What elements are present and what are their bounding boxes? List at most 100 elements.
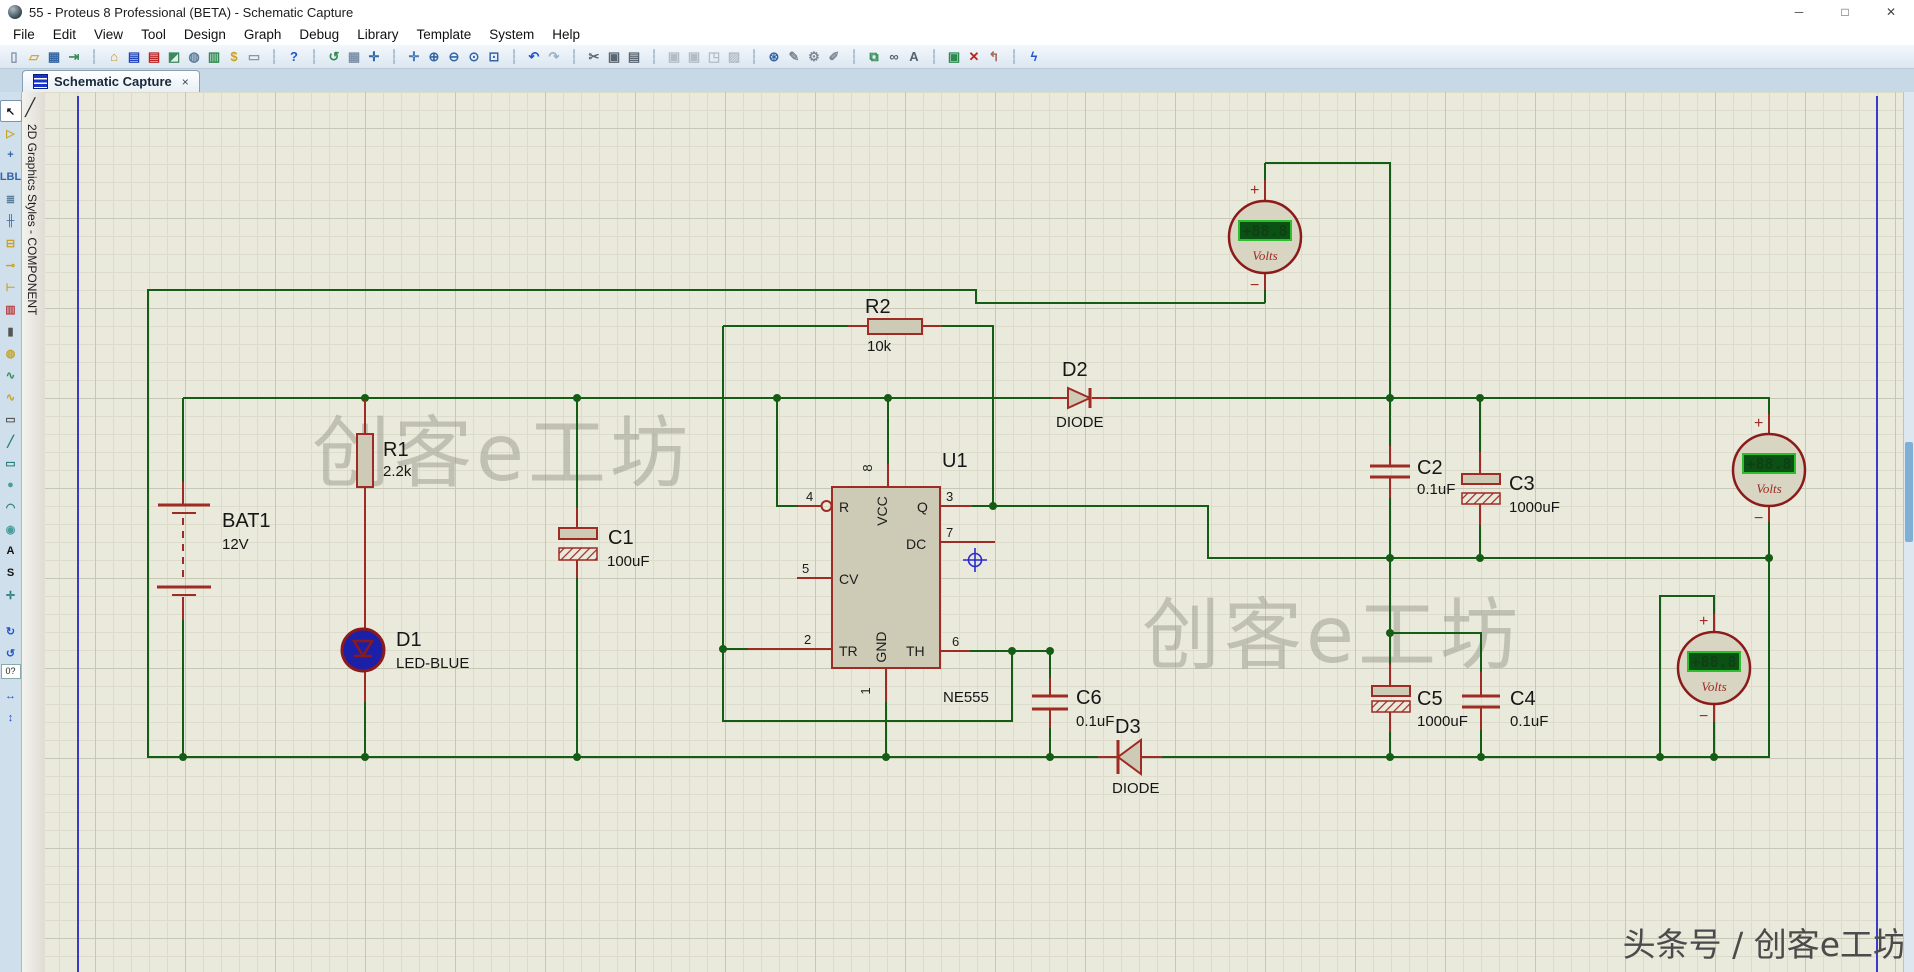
wire-autorouter-icon[interactable]: ⧉ <box>864 47 884 67</box>
goto-sheet-icon[interactable]: ↰ <box>984 47 1004 67</box>
menu-item[interactable]: Tool <box>132 25 175 44</box>
cut-icon[interactable]: ✂ <box>584 47 604 67</box>
terminals-mode-icon[interactable]: ⊸ <box>0 254 22 276</box>
menu-item[interactable]: Debug <box>290 25 348 44</box>
origin-icon[interactable]: ✛ <box>364 47 384 67</box>
tape-recorder-mode-icon[interactable]: ▮ <box>0 320 22 342</box>
voltmeter-3[interactable]: +88.8 Volts + − <box>1678 613 1750 725</box>
2d-path-icon[interactable]: ◉ <box>0 518 22 540</box>
mirror-vertical-icon[interactable]: ↕ <box>0 707 22 729</box>
block-rotate-icon[interactable]: ◳ <box>704 47 724 67</box>
pcb-layout-icon[interactable]: ▤ <box>144 47 164 67</box>
help-icon[interactable]: ? <box>284 47 304 67</box>
2d-box-icon[interactable]: ▭ <box>0 452 22 474</box>
undo-icon[interactable]: ↶ <box>524 47 544 67</box>
component-capacitor-c1[interactable]: C1 100uF <box>559 508 650 578</box>
redo-icon[interactable]: ↷ <box>544 47 564 67</box>
scrollbar-thumb[interactable] <box>1905 442 1913 542</box>
menu-item[interactable]: Edit <box>44 25 85 44</box>
block-delete-icon[interactable]: ▨ <box>724 47 744 67</box>
refresh-icon[interactable]: ↺ <box>324 47 344 67</box>
component-ne555-u1[interactable]: 4 3 7 5 2 6 8 1 R Q DC CV TR TH VCC GND … <box>748 450 995 706</box>
maximize-button[interactable]: □ <box>1822 0 1868 24</box>
current-probe-mode-icon[interactable]: ∿ <box>0 386 22 408</box>
rotate-anticlockwise-icon[interactable]: ↺ <box>0 642 22 664</box>
selection-mode-icon[interactable]: ↖ <box>0 100 22 122</box>
measure-icon[interactable]: ▭ <box>244 47 264 67</box>
component-mode-icon[interactable]: ▷ <box>0 122 22 144</box>
schematic-capture-icon[interactable]: ▤ <box>124 47 144 67</box>
new-file-icon[interactable]: ▯ <box>4 47 24 67</box>
3d-viewer-icon[interactable]: ◩ <box>164 47 184 67</box>
menu-item[interactable]: View <box>85 25 132 44</box>
component-capacitor-c2[interactable]: C2 0.1uF <box>1370 446 1455 498</box>
component-diode-d2[interactable]: D2 DIODE <box>1052 359 1110 431</box>
component-resistor-r2[interactable]: R2 10k <box>848 296 942 355</box>
zoom-in-icon[interactable]: ⊕ <box>424 47 444 67</box>
block-copy-icon[interactable]: ▣ <box>664 47 684 67</box>
vertical-scrollbar[interactable] <box>1903 92 1914 972</box>
text-script-mode-icon[interactable]: ≣ <box>0 188 22 210</box>
2d-line-icon[interactable]: ╱ <box>0 430 22 452</box>
minimize-button[interactable]: ─ <box>1776 0 1822 24</box>
new-sheet-icon[interactable]: ▣ <box>944 47 964 67</box>
rotate-clockwise-icon[interactable]: ↻ <box>0 620 22 642</box>
rotation-angle-field[interactable]: 0? <box>1 664 21 679</box>
save-icon[interactable]: ▦ <box>44 47 64 67</box>
2d-symbol-icon[interactable]: S <box>0 562 22 584</box>
mirror-horizontal-icon[interactable]: ↔ <box>0 685 22 707</box>
bom-icon[interactable]: $ <box>224 47 244 67</box>
subcircuit-mode-icon[interactable]: ⊟ <box>0 232 22 254</box>
packaging-tool-icon[interactable]: ⚙ <box>804 47 824 67</box>
voltmeter-1[interactable]: +88.8 Volts + − <box>1229 180 1301 294</box>
grid-toggle-icon[interactable]: ▦ <box>344 47 364 67</box>
component-capacitor-c6[interactable]: C6 0.1uF <box>1032 678 1114 730</box>
voltmeter-2[interactable]: +88.8 Volts + − <box>1733 414 1805 527</box>
2d-marker-icon[interactable]: ✛ <box>0 584 22 606</box>
property-assignment-icon[interactable]: A <box>904 47 924 67</box>
2d-arc-icon[interactable]: ◠ <box>0 496 22 518</box>
menu-item[interactable]: Design <box>175 25 235 44</box>
menu-item[interactable]: System <box>480 25 543 44</box>
paste-icon[interactable]: ▤ <box>624 47 644 67</box>
close-button[interactable]: ✕ <box>1868 0 1914 24</box>
open-folder-icon[interactable]: ▱ <box>24 47 44 67</box>
zoom-all-icon[interactable]: ⊙ <box>464 47 484 67</box>
graphics-styles-panel-tab[interactable]: ╱ 2D Graphics Styles - COMPONENT <box>22 92 46 972</box>
buses-mode-icon[interactable]: ╫ <box>0 210 22 232</box>
remove-sheet-icon[interactable]: ✕ <box>964 47 984 67</box>
device-pins-mode-icon[interactable]: ⊢ <box>0 276 22 298</box>
home-icon[interactable]: ⌂ <box>104 47 124 67</box>
2d-circle-icon[interactable]: ● <box>0 474 22 496</box>
schematic-canvas[interactable]: 创客e工坊 创客e工坊 头条号 / 创客e工坊 <box>45 92 1904 972</box>
generator-mode-icon[interactable]: ◍ <box>0 342 22 364</box>
block-move-icon[interactable]: ▣ <box>684 47 704 67</box>
copy-icon[interactable]: ▣ <box>604 47 624 67</box>
pick-parts-icon[interactable]: ⊛ <box>764 47 784 67</box>
graph-mode-icon[interactable]: ▥ <box>0 298 22 320</box>
schematic-drawing[interactable]: 创客e工坊 创客e工坊 头条号 / 创客e工坊 <box>45 92 1904 972</box>
zoom-area-icon[interactable]: ⊡ <box>484 47 504 67</box>
voltage-probe-mode-icon[interactable]: ∿ <box>0 364 22 386</box>
zoom-out-icon[interactable]: ⊖ <box>444 47 464 67</box>
menu-item[interactable]: Library <box>348 25 407 44</box>
gerber-viewer-icon[interactable]: ◍ <box>184 47 204 67</box>
2d-text-icon[interactable]: A <box>0 540 22 562</box>
tab-close-icon[interactable]: × <box>182 75 189 89</box>
search-tag-icon[interactable]: ∞ <box>884 47 904 67</box>
pan-icon[interactable]: ✛ <box>404 47 424 67</box>
make-device-icon[interactable]: ✎ <box>784 47 804 67</box>
menu-item[interactable]: Template <box>407 25 480 44</box>
wire-label-mode-icon[interactable]: LBL <box>0 166 22 188</box>
menu-item[interactable]: Help <box>543 25 589 44</box>
tab-schematic-capture[interactable]: Schematic Capture × <box>22 70 200 92</box>
component-capacitor-c3[interactable]: C3 1000uF <box>1462 452 1560 525</box>
component-battery-bat1[interactable]: BAT1 12V <box>157 482 271 620</box>
menu-item[interactable]: File <box>4 25 44 44</box>
virtual-instruments-mode-icon[interactable]: ▭ <box>0 408 22 430</box>
electrical-check-icon[interactable]: ϟ <box>1024 47 1044 67</box>
design-explorer-icon[interactable]: ▥ <box>204 47 224 67</box>
menu-item[interactable]: Graph <box>235 25 291 44</box>
decompose-icon[interactable]: ✐ <box>824 47 844 67</box>
junction-dot-mode-icon[interactable]: + <box>0 144 22 166</box>
